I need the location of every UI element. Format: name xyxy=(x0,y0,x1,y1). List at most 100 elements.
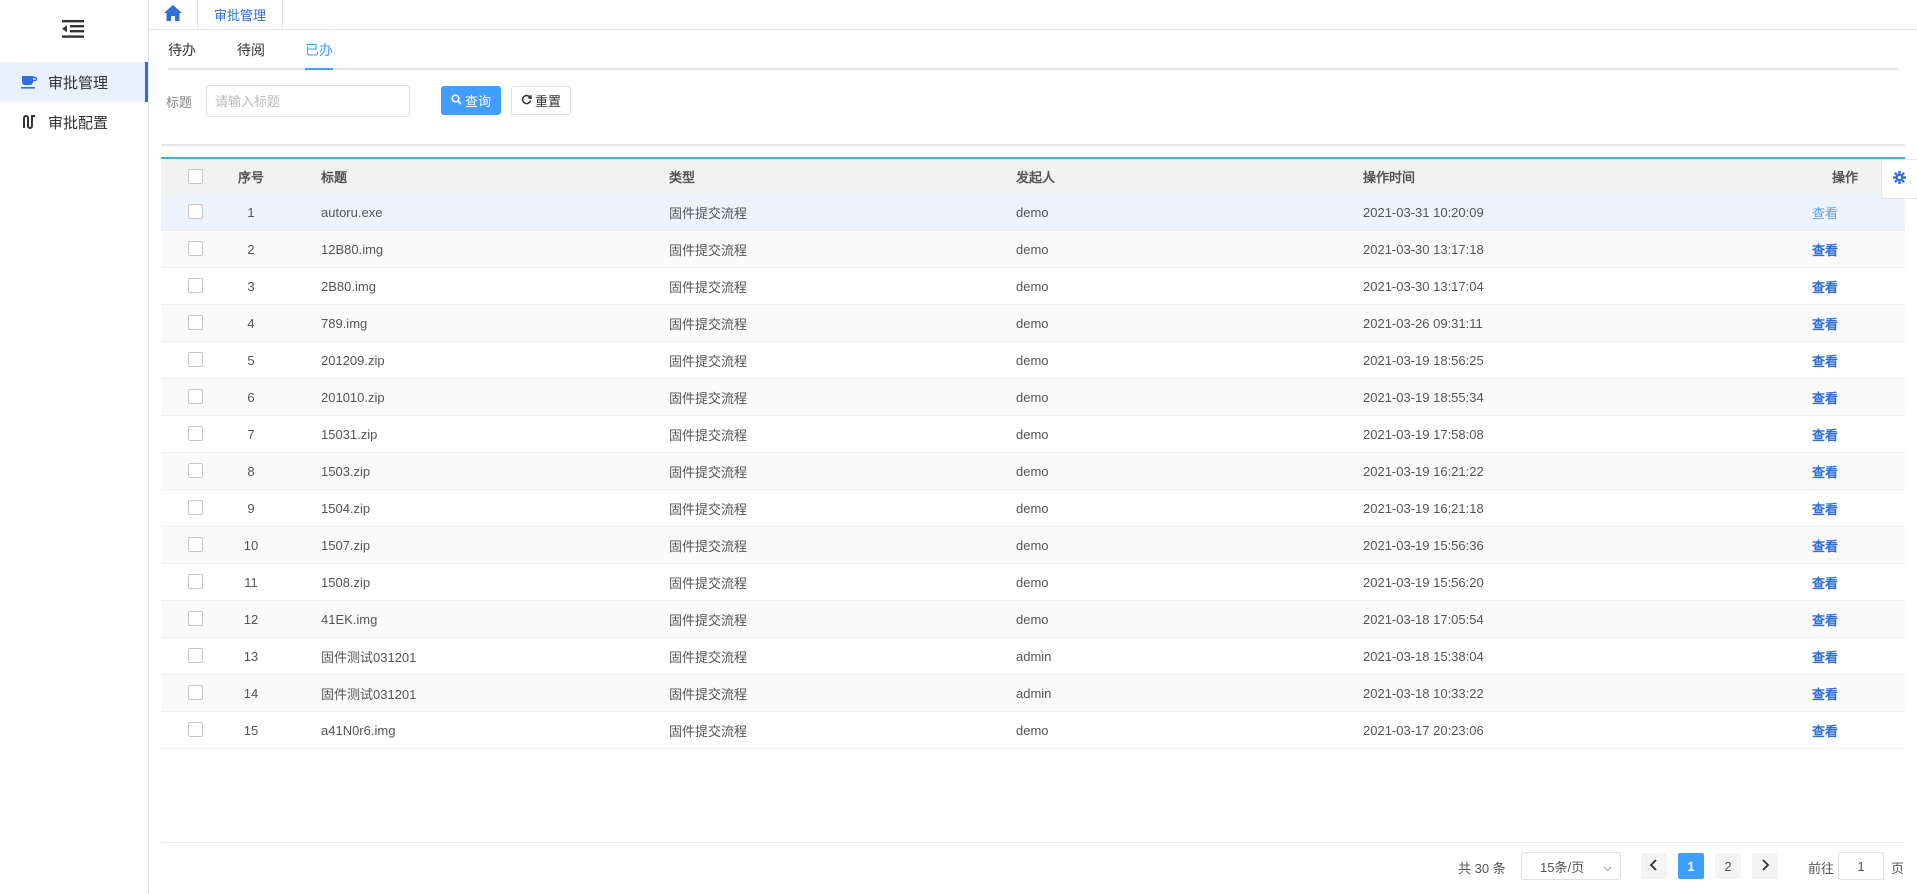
table-row: 5 201209.zip 固件提交流程 demo 2021-03-19 18:56:25… xyxy=(161,342,1905,379)
row-checkbox[interactable] xyxy=(188,204,203,219)
view-link[interactable]: 查看 xyxy=(1812,721,1838,740)
row-checkbox[interactable] xyxy=(188,574,203,589)
row-no: 8 xyxy=(247,463,255,479)
tab-done[interactable]: 已办 xyxy=(305,40,333,70)
sidebar-item-approval-management[interactable]: 审批管理 xyxy=(0,62,148,102)
row-initiator: demo xyxy=(1016,241,1049,257)
row-type: 固件提交流程 xyxy=(669,612,748,628)
search-label: 标题 xyxy=(166,95,193,110)
view-link[interactable]: 查看 xyxy=(1812,388,1838,407)
page-1-button[interactable]: 1 xyxy=(1678,853,1704,879)
tab-todo[interactable]: 待办 xyxy=(168,40,196,68)
table-row: 7 15031.zip 固件提交流程 demo 2021-03-19 17:58:08 查… xyxy=(161,416,1905,453)
view-link[interactable]: 查看 xyxy=(1812,462,1838,481)
view-link[interactable]: 查看 xyxy=(1812,203,1838,222)
row-time: 2021-03-18 15:38:04 xyxy=(1363,648,1484,664)
table-row: 1 autoru.exe 固件提交流程 demo 2021-03-31 10:20:09… xyxy=(161,194,1905,231)
row-initiator: demo xyxy=(1016,204,1049,220)
row-checkbox[interactable] xyxy=(188,611,203,626)
row-op: 查看 xyxy=(1795,490,1855,526)
row-initiator: admin xyxy=(1016,648,1052,664)
row-time: 2021-03-30 13:17:18 xyxy=(1363,241,1484,257)
menu-fold-icon[interactable] xyxy=(62,20,84,38)
prev-page-button[interactable] xyxy=(1641,853,1667,879)
row-checkbox[interactable] xyxy=(188,426,203,441)
row-time: 2021-03-30 13:17:04 xyxy=(1363,278,1484,294)
row-checkbox[interactable] xyxy=(188,500,203,515)
row-no: 2 xyxy=(247,241,255,257)
row-type: 固件提交流程 xyxy=(669,464,748,480)
table-row: 15 a41N0r6.img 固件提交流程 demo 2021-03-17 20:23:… xyxy=(161,712,1905,749)
goto-suffix: 页 xyxy=(1891,861,1905,876)
view-link[interactable]: 查看 xyxy=(1812,684,1838,703)
row-type: 固件提交流程 xyxy=(669,353,748,369)
page-size-select[interactable]: 15条/页 xyxy=(1521,852,1621,880)
view-link[interactable]: 查看 xyxy=(1812,425,1838,444)
view-link[interactable]: 查看 xyxy=(1812,499,1838,518)
row-title: 201209.zip xyxy=(321,352,385,368)
row-type: 固件提交流程 xyxy=(669,575,748,591)
select-all-checkbox[interactable] xyxy=(188,168,203,184)
row-initiator: demo xyxy=(1016,722,1049,738)
row-checkbox[interactable] xyxy=(188,537,203,552)
row-initiator: demo xyxy=(1016,574,1049,590)
title-search-input[interactable] xyxy=(206,85,410,117)
table-row: 11 1508.zip 固件提交流程 demo 2021-03-19 15:56:20 查… xyxy=(161,564,1905,601)
view-link[interactable]: 查看 xyxy=(1812,351,1838,370)
footer-divider xyxy=(161,842,1905,843)
row-op: 查看 xyxy=(1795,601,1855,637)
row-title: 12B80.img xyxy=(321,241,384,257)
table-row: 9 1504.zip 固件提交流程 demo 2021-03-19 16:21:18 查看 xyxy=(161,490,1905,527)
row-no: 7 xyxy=(247,426,255,442)
row-time: 2021-03-19 17:58:08 xyxy=(1363,426,1484,442)
query-button[interactable]: 查询 xyxy=(441,86,501,115)
row-initiator: demo xyxy=(1016,278,1049,294)
row-checkbox[interactable] xyxy=(188,352,203,367)
search-icon xyxy=(451,93,462,108)
reset-button[interactable]: 重置 xyxy=(511,86,571,115)
refresh-icon xyxy=(521,93,532,108)
sidebar-item-approval-config[interactable]: 审批配置 xyxy=(0,102,148,142)
row-checkbox[interactable] xyxy=(188,463,203,478)
row-checkbox[interactable] xyxy=(188,389,203,404)
goto-page-input[interactable] xyxy=(1838,852,1884,880)
table-row: 3 2B80.img 固件提交流程 demo 2021-03-30 13:17:04 查看 xyxy=(161,268,1905,305)
row-checkbox[interactable] xyxy=(188,315,203,330)
view-link[interactable]: 查看 xyxy=(1812,536,1838,555)
row-type: 固件提交流程 xyxy=(669,242,748,258)
row-type: 固件提交流程 xyxy=(669,686,748,702)
row-time: 2021-03-19 18:56:25 xyxy=(1363,352,1484,368)
table-row: 12 41EK.img 固件提交流程 demo 2021-03-18 17:05:54 查… xyxy=(161,601,1905,638)
row-checkbox[interactable] xyxy=(188,685,203,700)
table-row: 13 固件测试031201 固件提交流程 admin 2021-03-18 15:38:… xyxy=(161,638,1905,675)
row-initiator: admin xyxy=(1016,685,1052,701)
row-title: 1504.zip xyxy=(321,500,371,516)
row-checkbox[interactable] xyxy=(188,278,203,293)
tab-to-read[interactable]: 待阅 xyxy=(237,40,265,68)
row-checkbox[interactable] xyxy=(188,722,203,737)
row-checkbox[interactable] xyxy=(188,648,203,663)
goto-label: 前往 xyxy=(1808,861,1835,876)
row-no: 15 xyxy=(243,722,259,738)
view-link[interactable]: 查看 xyxy=(1812,277,1838,296)
row-checkbox[interactable] xyxy=(188,241,203,256)
row-time: 2021-03-19 15:56:36 xyxy=(1363,537,1484,553)
view-link[interactable]: 查看 xyxy=(1812,610,1838,629)
row-time: 2021-03-18 10:33:22 xyxy=(1363,685,1484,701)
reset-button-label: 重置 xyxy=(534,94,561,109)
row-time: 2021-03-18 17:05:54 xyxy=(1363,611,1484,627)
view-link[interactable]: 查看 xyxy=(1812,647,1838,666)
tab-approval-management[interactable]: 审批管理 xyxy=(198,0,284,29)
table-row: 14 固件测试031201 固件提交流程 admin 2021-03-18 10:33:… xyxy=(161,675,1905,712)
page-2-button[interactable]: 2 xyxy=(1715,853,1741,879)
view-link[interactable]: 查看 xyxy=(1812,314,1838,333)
row-no: 6 xyxy=(247,389,255,405)
row-title: 固件测试031201 xyxy=(321,686,417,702)
view-link[interactable]: 查看 xyxy=(1812,240,1838,259)
view-link[interactable]: 查看 xyxy=(1812,573,1838,592)
home-tab[interactable] xyxy=(149,0,198,29)
next-page-button[interactable] xyxy=(1752,853,1778,879)
row-title: 789.img xyxy=(321,315,368,331)
row-title: 1503.zip xyxy=(321,463,371,479)
table-settings-button[interactable] xyxy=(1881,159,1917,199)
